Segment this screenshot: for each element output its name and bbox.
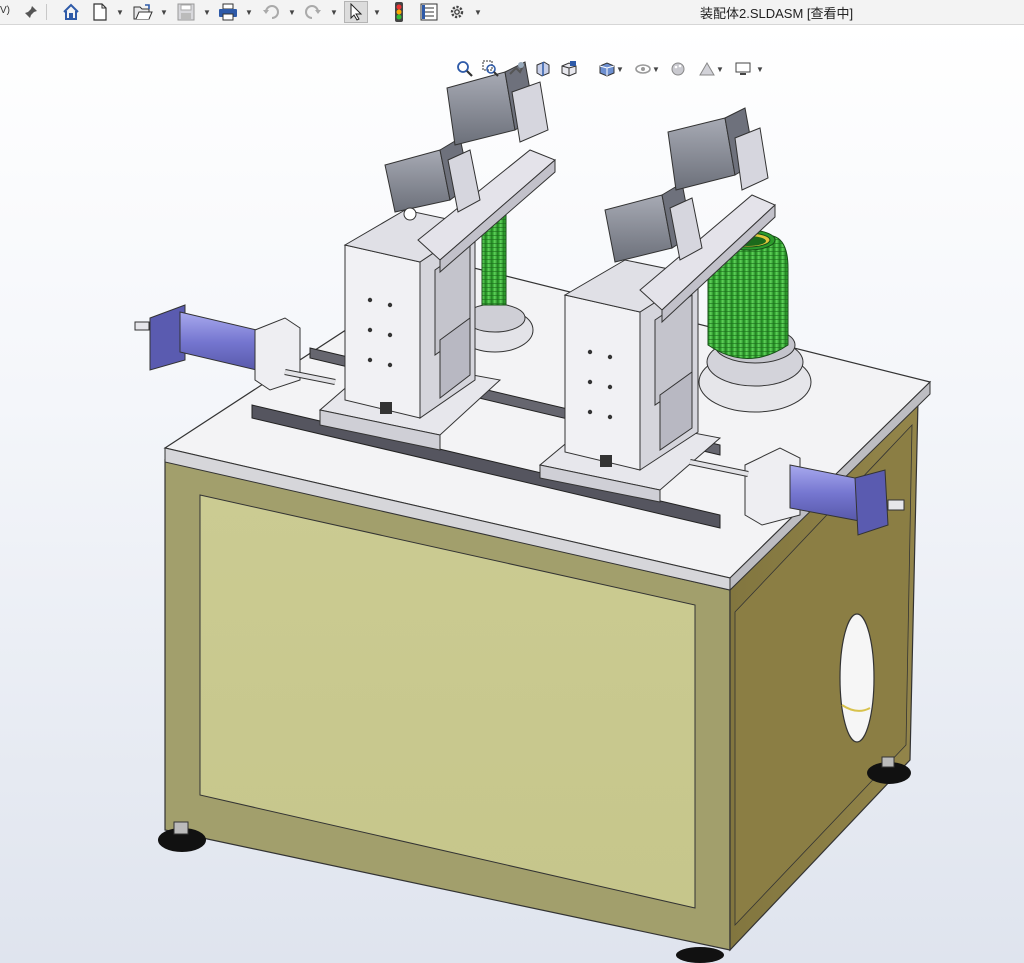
- options-icon[interactable]: [446, 1, 468, 23]
- right-column-front: [564, 294, 641, 471]
- select-icon[interactable]: [344, 1, 368, 23]
- undo-icon[interactable]: [260, 1, 282, 23]
- assembly-model: [134, 61, 932, 963]
- redo-icon[interactable]: [302, 1, 324, 23]
- hide-show-items-icon[interactable]: [632, 58, 654, 80]
- undo-dropdown-icon[interactable]: ▼: [288, 1, 296, 23]
- redo-dropdown-icon[interactable]: ▼: [330, 1, 338, 23]
- file-properties-icon[interactable]: [418, 1, 440, 23]
- zoom-to-fit-icon[interactable]: [454, 58, 476, 80]
- graphics-area[interactable]: ▼ ▼ ▼ ▼: [0, 25, 1024, 963]
- apply-scene-dropdown-icon[interactable]: ▼: [716, 58, 724, 80]
- save-dropdown-icon[interactable]: ▼: [203, 1, 211, 23]
- right-front-motor: [604, 194, 673, 263]
- left-air-cylinder: [134, 304, 336, 391]
- new-dropdown-icon[interactable]: ▼: [116, 1, 124, 23]
- view-settings-icon[interactable]: [732, 58, 754, 80]
- new-document-icon[interactable]: [90, 1, 110, 23]
- right-rear-motor: [667, 117, 736, 191]
- home-icon[interactable]: [60, 1, 82, 23]
- top-toolbar: V) ▼ ▼ ▼ ▼ ▼ ▼ ▼ ▼ 装配体2.SLDASM [查看中]: [0, 0, 1024, 25]
- options-dropdown-icon[interactable]: ▼: [474, 1, 482, 23]
- display-style-icon[interactable]: [596, 58, 618, 80]
- left-column-front: [344, 244, 421, 419]
- open-icon[interactable]: [132, 1, 154, 23]
- print-icon[interactable]: [217, 1, 239, 23]
- left-cylinder-mount: [254, 317, 301, 391]
- rebuild-icon[interactable]: [390, 1, 408, 23]
- menu-edge-label: V): [0, 5, 10, 16]
- display-style-dropdown-icon[interactable]: ▼: [616, 58, 624, 80]
- print-dropdown-icon[interactable]: ▼: [245, 1, 253, 23]
- select-dropdown-icon[interactable]: ▼: [373, 1, 381, 23]
- foot-front-right: [676, 947, 724, 963]
- section-view-icon[interactable]: [532, 58, 554, 80]
- previous-view-icon[interactable]: [506, 58, 528, 80]
- pin-icon[interactable]: [22, 1, 40, 23]
- zoom-to-area-icon[interactable]: [480, 58, 502, 80]
- left-cylinder-barrel: [179, 311, 266, 373]
- apply-scene-icon[interactable]: [696, 58, 718, 80]
- left-front-motor: [384, 149, 451, 213]
- left-rear-motor: [446, 71, 516, 146]
- cabinet-side-opening: [839, 613, 875, 743]
- save-icon[interactable]: [175, 1, 197, 23]
- hide-show-items-dropdown-icon[interactable]: ▼: [652, 58, 660, 80]
- view-settings-dropdown-icon[interactable]: ▼: [756, 58, 764, 80]
- open-dropdown-icon[interactable]: ▼: [160, 1, 168, 23]
- edit-appearance-icon[interactable]: [668, 58, 690, 80]
- view-orientation-icon[interactable]: [558, 58, 580, 80]
- window-title: 装配体2.SLDASM [查看中]: [700, 6, 854, 21]
